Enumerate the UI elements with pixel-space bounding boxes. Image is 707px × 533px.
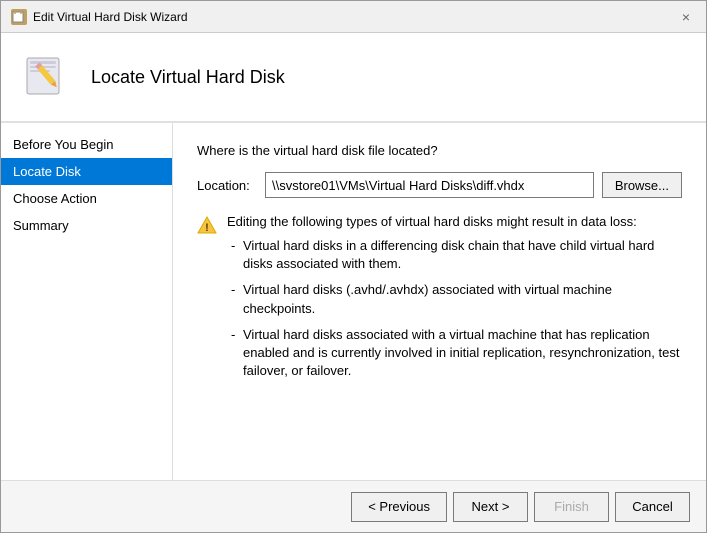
window-icon [11, 9, 27, 25]
sidebar-item-locate-disk[interactable]: Locate Disk [1, 158, 172, 185]
cancel-button[interactable]: Cancel [615, 492, 690, 522]
browse-button[interactable]: Browse... [602, 172, 682, 198]
close-button[interactable]: × [676, 7, 696, 27]
warning-item-1: Virtual hard disks in a differencing dis… [227, 237, 682, 273]
warning-content: Editing the following types of virtual h… [227, 214, 682, 388]
titlebar: Edit Virtual Hard Disk Wizard × [1, 1, 706, 33]
location-question: Where is the virtual hard disk file loca… [197, 143, 682, 158]
location-row: Location: Browse... [197, 172, 682, 198]
wizard-footer: < Previous Next > Finish Cancel [1, 480, 706, 532]
warning-box: ! Editing the following types of virtual… [197, 214, 682, 388]
finish-button[interactable]: Finish [534, 492, 609, 522]
sidebar: Before You Begin Locate Disk Choose Acti… [1, 123, 173, 480]
warning-item-2: Virtual hard disks (.avhd/.avhdx) associ… [227, 281, 682, 317]
content-area: Where is the virtual hard disk file loca… [173, 123, 706, 480]
warning-list: Virtual hard disks in a differencing dis… [227, 237, 682, 380]
next-button[interactable]: Next > [453, 492, 528, 522]
sidebar-item-choose-action[interactable]: Choose Action [1, 185, 172, 212]
location-label: Location: [197, 178, 257, 193]
warning-item-3: Virtual hard disks associated with a vir… [227, 326, 682, 381]
svg-text:!: ! [205, 222, 209, 234]
wizard-title: Locate Virtual Hard Disk [91, 67, 285, 88]
wizard-body: Before You Begin Locate Disk Choose Acti… [1, 123, 706, 480]
location-input[interactable] [265, 172, 594, 198]
warning-text: Editing the following types of virtual h… [227, 214, 682, 229]
sidebar-item-summary[interactable]: Summary [1, 212, 172, 239]
wizard-header: Locate Virtual Hard Disk [1, 33, 706, 123]
main-window: Edit Virtual Hard Disk Wizard × Loc [0, 0, 707, 533]
window-title: Edit Virtual Hard Disk Wizard [33, 10, 676, 24]
warning-icon: ! [197, 215, 217, 235]
previous-button[interactable]: < Previous [351, 492, 447, 522]
sidebar-item-before-you-begin[interactable]: Before You Begin [1, 131, 172, 158]
wizard-icon [21, 50, 75, 104]
